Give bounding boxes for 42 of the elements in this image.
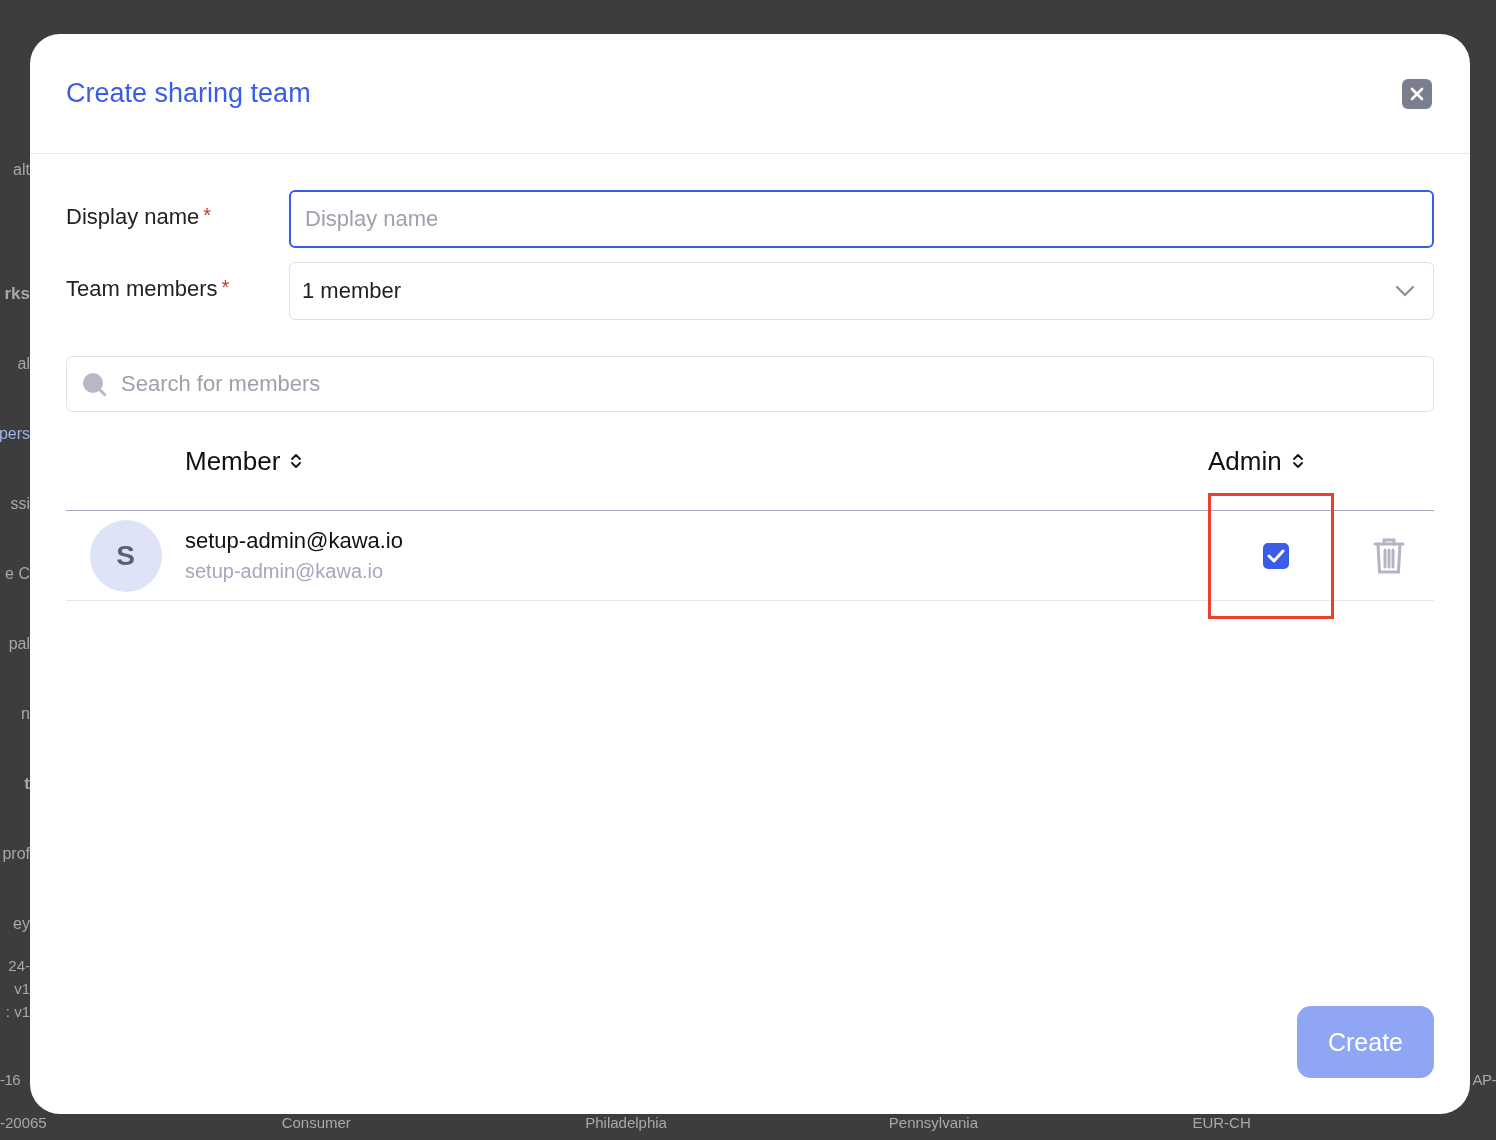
background-text: alt [13,160,30,180]
background-text: e C [5,564,30,584]
checkmark-icon [1266,547,1286,564]
input-field[interactable]: Display name [289,190,1434,248]
required-mark: * [203,204,212,228]
background-text: rks [4,283,30,305]
field-label: Team members [66,276,218,302]
background-text: n [21,704,30,724]
background-text: ey [13,914,30,934]
close-button[interactable] [1402,78,1432,109]
column-header[interactable]: Admin [1208,445,1282,477]
background-text: prof [2,844,30,864]
background-table-cell-text: -20065 [0,1114,48,1132]
search-field[interactable]: Search for members [66,356,1434,412]
background-table-cell-text: Consumer [281,1114,352,1132]
background-text: ssi [10,494,30,514]
checkbox[interactable] [1263,542,1289,569]
chevron-down-icon [1395,285,1415,297]
dialog-title: Create sharing team [66,78,311,109]
close-icon [1410,86,1424,101]
background-text: pal [8,634,30,654]
member-name: setup-admin@kawa.io [185,528,404,554]
field-label: Display name [66,204,200,230]
background-text: pers [0,424,30,444]
member-email: setup-admin@kawa.io [185,560,385,583]
background-table-cell-text: Philadelphia [585,1114,668,1132]
required-mark: * [221,276,230,300]
background-table-cell-text: EUR-CH [1192,1114,1252,1132]
dropdown-field[interactable]: 1 member [289,262,1434,320]
sort-icon[interactable] [1291,452,1304,470]
background-text: v1 [14,979,30,999]
background-text: t [24,773,30,795]
background-table-cell-text: Pennsylvania [888,1114,980,1132]
avatar: S [89,519,162,592]
background-text: 24- [8,956,30,976]
search-icon [82,372,106,396]
sort-icon[interactable] [290,452,303,470]
background-text: al [17,354,30,374]
background-text: : v1 [5,1002,30,1022]
background-text: -16 [0,1071,21,1088]
column-header[interactable]: Member [185,445,281,477]
background-text: AP- [1472,1071,1496,1088]
